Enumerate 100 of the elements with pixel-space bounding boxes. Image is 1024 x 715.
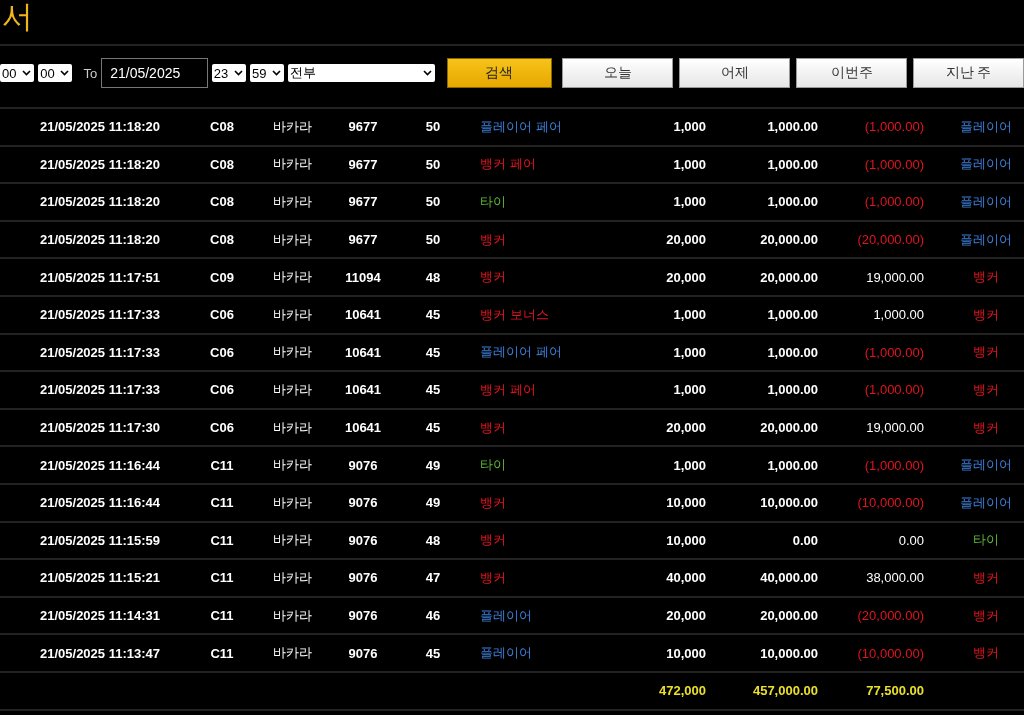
table-cell-text: C08 bbox=[209, 194, 235, 210]
game-cell-text: 바카라 bbox=[271, 343, 313, 362]
bet-amount-cell-text: 1,000 bbox=[672, 194, 706, 210]
date-range-button[interactable]: 이번주 bbox=[796, 58, 907, 88]
valid-bet-cell-text: 1,000.00 bbox=[766, 344, 818, 360]
result-cell-text: 플레이어 bbox=[959, 493, 1013, 512]
valid-bet-cell-text: 20,000.00 bbox=[759, 420, 818, 436]
caret-icon bbox=[272, 70, 282, 76]
hour-select[interactable]: 23 bbox=[211, 64, 246, 82]
bet-amount-cell-text: 20,000 bbox=[665, 269, 706, 285]
shoe-cell-text: 9076 bbox=[347, 570, 379, 586]
shoe-cell-text: 9677 bbox=[347, 119, 379, 135]
bet-amount-cell-text: 20,000 bbox=[665, 608, 706, 623]
result-cell-text: 플레이어 bbox=[959, 456, 1013, 475]
profit-cell-text: 19,000.00 bbox=[865, 269, 924, 285]
profit-cell-text: (1,000.00) bbox=[863, 457, 924, 473]
bet-type-cell-text: 뱅커 bbox=[480, 568, 507, 587]
total-profit: 77,500.00 bbox=[865, 683, 924, 699]
category-select[interactable]: 전부 bbox=[288, 64, 435, 82]
bet-amount-cell-text: 1,000 bbox=[672, 457, 706, 473]
valid-bet-cell-text: 10,000.00 bbox=[759, 495, 818, 511]
game-cell-text: 바카라 bbox=[271, 531, 313, 550]
shoe-cell-text: 9076 bbox=[347, 645, 379, 661]
round-cell-text: 49 bbox=[424, 457, 442, 473]
result-cell-text: 플레이어 bbox=[959, 230, 1013, 249]
table-cell-text: C11 bbox=[209, 645, 235, 661]
round-cell-text: 45 bbox=[424, 344, 442, 360]
round-cell-text: 47 bbox=[424, 570, 442, 586]
table-cell-text: C11 bbox=[209, 570, 235, 586]
round-cell-text: 45 bbox=[424, 645, 442, 661]
bet-amount-cell-text: 10,000 bbox=[665, 495, 706, 511]
table-cell-text: C11 bbox=[209, 495, 235, 511]
game-cell-text: 바카라 bbox=[271, 493, 313, 512]
date-time-cell-text: 21/05/2025 11:13:47 bbox=[39, 645, 161, 661]
shoe-cell-text: 9076 bbox=[347, 608, 379, 623]
result-cell-text: 뱅커 bbox=[972, 343, 1000, 362]
minute-select[interactable]: 00 bbox=[38, 64, 73, 82]
shoe-cell-text: 10641 bbox=[343, 307, 383, 323]
date-field[interactable]: 21/05/2025 bbox=[101, 58, 208, 88]
table-cell-text: C09 bbox=[209, 269, 235, 285]
profit-cell-text: 0.00 bbox=[897, 532, 924, 548]
game-cell-text: 바카라 bbox=[271, 117, 313, 136]
game-cell-text: 바카라 bbox=[271, 456, 313, 475]
result-cell-text: 플레이어 bbox=[959, 117, 1013, 136]
game-cell-text: 바카라 bbox=[271, 568, 313, 587]
date-time-cell-text: 21/05/2025 11:16:44 bbox=[39, 457, 161, 473]
shoe-cell-text: 9076 bbox=[347, 457, 379, 473]
valid-bet-cell-text: 20,000.00 bbox=[759, 269, 818, 285]
profit-cell-text: 38,000.00 bbox=[865, 570, 924, 586]
total-amount: 472,000 bbox=[658, 683, 706, 699]
game-cell-text: 바카라 bbox=[271, 193, 313, 211]
date-range-button[interactable]: 지난 주 bbox=[913, 58, 1024, 88]
bet-amount-cell-text: 1,000 bbox=[672, 119, 706, 135]
result-cell-text: 뱅커 bbox=[972, 644, 1000, 663]
bet-type-cell-text: 뱅커 페어 bbox=[480, 380, 537, 399]
profit-cell-text: (1,000.00) bbox=[863, 344, 924, 360]
minute-select[interactable]: 59 bbox=[250, 64, 285, 82]
result-cell-text: 플레이어 bbox=[959, 155, 1013, 174]
date-time-cell-text: 21/05/2025 11:15:21 bbox=[39, 570, 161, 586]
hour-select[interactable]: 00 bbox=[0, 64, 35, 82]
profit-cell-text: (1,000.00) bbox=[863, 194, 924, 210]
result-cell-text: 타이 bbox=[972, 531, 1000, 550]
valid-bet-cell-text: 1,000.00 bbox=[766, 194, 818, 210]
bet-amount-cell-text: 1,000 bbox=[672, 344, 706, 360]
search-button[interactable]: 검색 bbox=[446, 58, 552, 88]
profit-cell-text: (1,000.00) bbox=[863, 382, 924, 398]
shoe-cell-text: 11094 bbox=[344, 269, 382, 285]
bet-type-cell-text: 뱅커 페어 bbox=[480, 155, 537, 174]
bet-amount-cell-text: 20,000 bbox=[665, 420, 706, 436]
table-cell-text: C08 bbox=[209, 156, 235, 172]
date-time-cell-text: 21/05/2025 11:16:44 bbox=[39, 495, 161, 511]
page-title: 서 bbox=[0, 0, 1024, 46]
date-range-button[interactable]: 어제 bbox=[679, 58, 790, 88]
round-cell-text: 45 bbox=[424, 307, 442, 323]
profit-cell-text: 19,000.00 bbox=[865, 420, 924, 436]
bet-amount-cell-text: 1,000 bbox=[672, 307, 706, 323]
date-time-cell-text: 21/05/2025 11:17:51 bbox=[39, 269, 161, 285]
profit-cell-text: (1,000.00) bbox=[863, 156, 924, 172]
round-cell-text: 45 bbox=[424, 420, 442, 436]
date-range-button[interactable]: 오늘 bbox=[562, 58, 673, 88]
date-time-cell-text: 21/05/2025 11:14:31 bbox=[39, 608, 161, 623]
table-cell-text: C06 bbox=[209, 382, 235, 398]
date-time-cell-text: 21/05/2025 11:17:33 bbox=[39, 344, 161, 360]
date-time-cell-text: 21/05/2025 11:17:30 bbox=[39, 420, 161, 436]
result-cell-text: 뱅커 bbox=[972, 380, 1000, 399]
date-time-cell-text: 21/05/2025 11:18:20 bbox=[39, 232, 161, 248]
bet-type-cell-text: 플레이어 페어 bbox=[480, 343, 563, 362]
round-cell-text: 48 bbox=[424, 269, 442, 285]
table-cell-text: C06 bbox=[209, 307, 235, 323]
game-cell-text: 바카라 bbox=[271, 606, 313, 625]
table-cell-text: C06 bbox=[209, 420, 235, 436]
date-time-cell-text: 21/05/2025 11:18:20 bbox=[39, 119, 161, 135]
caret-icon bbox=[60, 70, 70, 76]
shoe-cell-text: 9677 bbox=[347, 156, 379, 172]
table-cell-text: C11 bbox=[209, 532, 235, 548]
bet-type-cell-text: 플레이어 페어 bbox=[480, 117, 563, 136]
bet-type-cell-text: 뱅커 보너스 bbox=[480, 305, 550, 324]
bet-amount-cell-text: 1,000 bbox=[672, 156, 706, 172]
date-time-cell-text: 21/05/2025 11:18:20 bbox=[39, 156, 161, 172]
profit-cell-text: 1,000.00 bbox=[872, 307, 924, 323]
